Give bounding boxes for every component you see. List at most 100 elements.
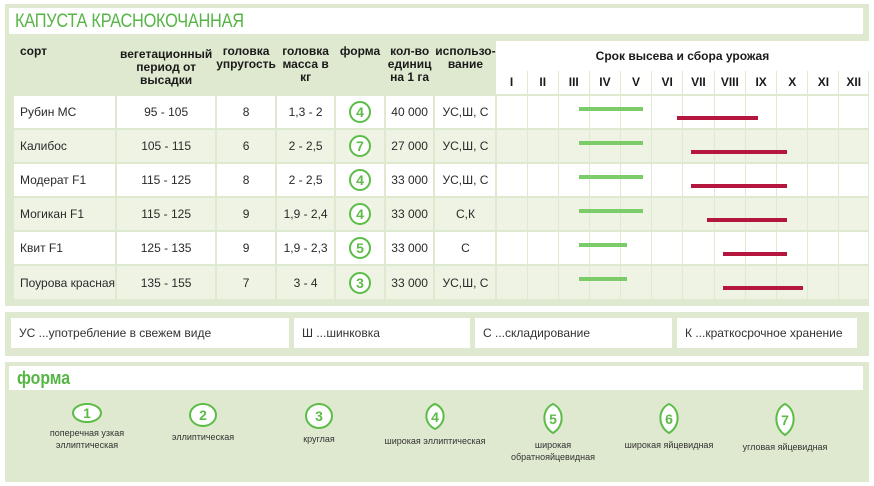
- shape-label: поперечная узкая эллиптическая: [49, 428, 125, 450]
- shape-label: угловая яйцевидная: [742, 442, 828, 452]
- timeline-cell: [776, 196, 809, 231]
- month-header: IX: [745, 71, 778, 95]
- timeline-cell: [776, 94, 809, 129]
- cell-vegetation: 115 - 125: [116, 162, 218, 197]
- shape-label: широкая яйцевидная: [624, 440, 714, 450]
- cell-shape: 5: [335, 230, 386, 265]
- shape-outline-icon: 2: [189, 403, 217, 427]
- cell-yield: 33 000: [384, 264, 436, 299]
- shape-number: 6: [665, 411, 673, 427]
- header-yield: кол-во единиц на 1 га: [384, 41, 435, 95]
- timeline-cell: [527, 264, 559, 299]
- usage-legend-panel: УС ...употребление в свежем виде Ш ...ши…: [5, 312, 869, 356]
- cell-yield: 33 000: [384, 230, 436, 265]
- legend-short-storage: К ...краткосрочное хранение: [677, 318, 857, 348]
- month-header: X: [776, 71, 809, 95]
- timeline-cell: [838, 230, 869, 265]
- timeline-cell: [714, 162, 747, 197]
- month-header: I: [496, 71, 528, 95]
- timeline-cell: [838, 264, 869, 299]
- timeline-cell: [745, 162, 778, 197]
- timeline-cell: [682, 264, 715, 299]
- timeline-cell: [807, 196, 840, 231]
- table-row: Модерат F1 115 - 125 8 2 - 2,5 4 33 000 УС,Ш, …: [14, 162, 869, 197]
- header-mass: головка масса в кг: [275, 41, 336, 95]
- shape-item: 5 широкая обратнояйцевидная: [493, 402, 613, 463]
- header-vegetation: вегетационный период от высадки: [116, 41, 217, 95]
- timeline-cell: [776, 162, 809, 197]
- timeline-cell: [682, 196, 715, 231]
- timeline-cell: [527, 128, 559, 163]
- shape-outline-icon: 6: [659, 402, 679, 435]
- timeline-cell: [589, 162, 622, 197]
- cell-usage: УС,Ш, С: [434, 128, 498, 163]
- timeline-cell: [558, 196, 590, 231]
- timeline-cell: [776, 230, 809, 265]
- cell-usage: С,К: [434, 196, 498, 231]
- timeline-cell: [589, 196, 622, 231]
- crop-table-panel: КАПУСТА КРАСНОКОЧАННАЯ сорт вегетационны…: [5, 4, 869, 306]
- timeline-cell: [651, 196, 684, 231]
- table-row: Рубин МС 95 - 105 8 1,3 - 2 4 40 000 УС,Ш, С: [14, 94, 869, 129]
- timeline-cell: [838, 94, 869, 129]
- shape-item: 2 эллиптическая: [143, 402, 263, 443]
- timeline-cell: [589, 264, 622, 299]
- cell-mass: 1,9 - 2,4: [275, 196, 337, 231]
- cell-yield: 27 000: [384, 128, 436, 163]
- shape-outline-icon: 7: [775, 402, 795, 437]
- shape-badge: 5: [349, 237, 372, 259]
- legend-fresh: УС ...употребление в свежем виде: [11, 318, 289, 348]
- timeline-cell: [682, 94, 715, 129]
- timeline-cell: [714, 196, 747, 231]
- cell-firmness: 9: [216, 196, 277, 231]
- timeline-cell: [745, 94, 778, 129]
- cell-yield: 33 000: [384, 196, 436, 231]
- month-header: III: [558, 71, 590, 95]
- cell-usage: УС,Ш, С: [434, 94, 498, 129]
- timeline-cell: [527, 162, 559, 197]
- timeline-cell: [745, 230, 778, 265]
- timeline-cell: [527, 230, 559, 265]
- timeline-cell: [807, 162, 840, 197]
- timeline-cell: [620, 196, 653, 231]
- timeline-cell: [527, 196, 559, 231]
- table-row: Квит F1 125 - 135 9 1,9 - 2,3 5 33 000 С: [14, 230, 869, 265]
- cell-shape: 4: [335, 94, 386, 129]
- cell-mass: 2 - 2,5: [275, 162, 337, 197]
- shape-section-title: форма: [17, 368, 71, 388]
- timeline-cell: [496, 230, 528, 265]
- table-row: Поурова красная 135 - 155 7 3 - 4 3 33 000 УС,…: [14, 264, 869, 299]
- timeline-cell: [620, 162, 653, 197]
- shape-badge: 4: [349, 203, 372, 225]
- timeline-cell: [527, 94, 559, 129]
- shape-number: 3: [315, 408, 323, 424]
- timeline-cell: [620, 264, 653, 299]
- timeline-cell: [496, 196, 528, 231]
- cell-firmness: 8: [216, 162, 277, 197]
- cell-vegetation: 135 - 155: [116, 264, 218, 299]
- cell-shape: 7: [335, 128, 386, 163]
- header-variety: сорт: [14, 41, 117, 95]
- cell-vegetation: 95 - 105: [116, 94, 218, 129]
- cell-firmness: 8: [216, 94, 277, 129]
- timeline-cell: [745, 128, 778, 163]
- shape-outline-icon: 1: [72, 403, 102, 423]
- timeline-cell: [714, 230, 747, 265]
- cell-usage: УС,Ш, С: [434, 264, 498, 299]
- shape-item: 3 круглая: [259, 402, 379, 445]
- cell-variety: Калибос: [14, 128, 118, 163]
- month-header: XII: [838, 71, 869, 95]
- cell-shape: 3: [335, 264, 386, 299]
- cell-variety: Могикан F1: [14, 196, 118, 231]
- cell-variety: Рубин МС: [14, 94, 118, 129]
- timeline-cell: [651, 264, 684, 299]
- shape-outline-icon: 4: [425, 402, 445, 431]
- timeline-cell: [714, 94, 747, 129]
- timeline-cell: [620, 230, 653, 265]
- legend-shredding: Ш ...шинковка: [294, 318, 470, 348]
- cell-firmness: 9: [216, 230, 277, 265]
- cell-variety: Квит F1: [14, 230, 118, 265]
- timeline-cell: [651, 162, 684, 197]
- shape-label: эллиптическая: [171, 432, 235, 442]
- shape-badge: 4: [349, 101, 372, 123]
